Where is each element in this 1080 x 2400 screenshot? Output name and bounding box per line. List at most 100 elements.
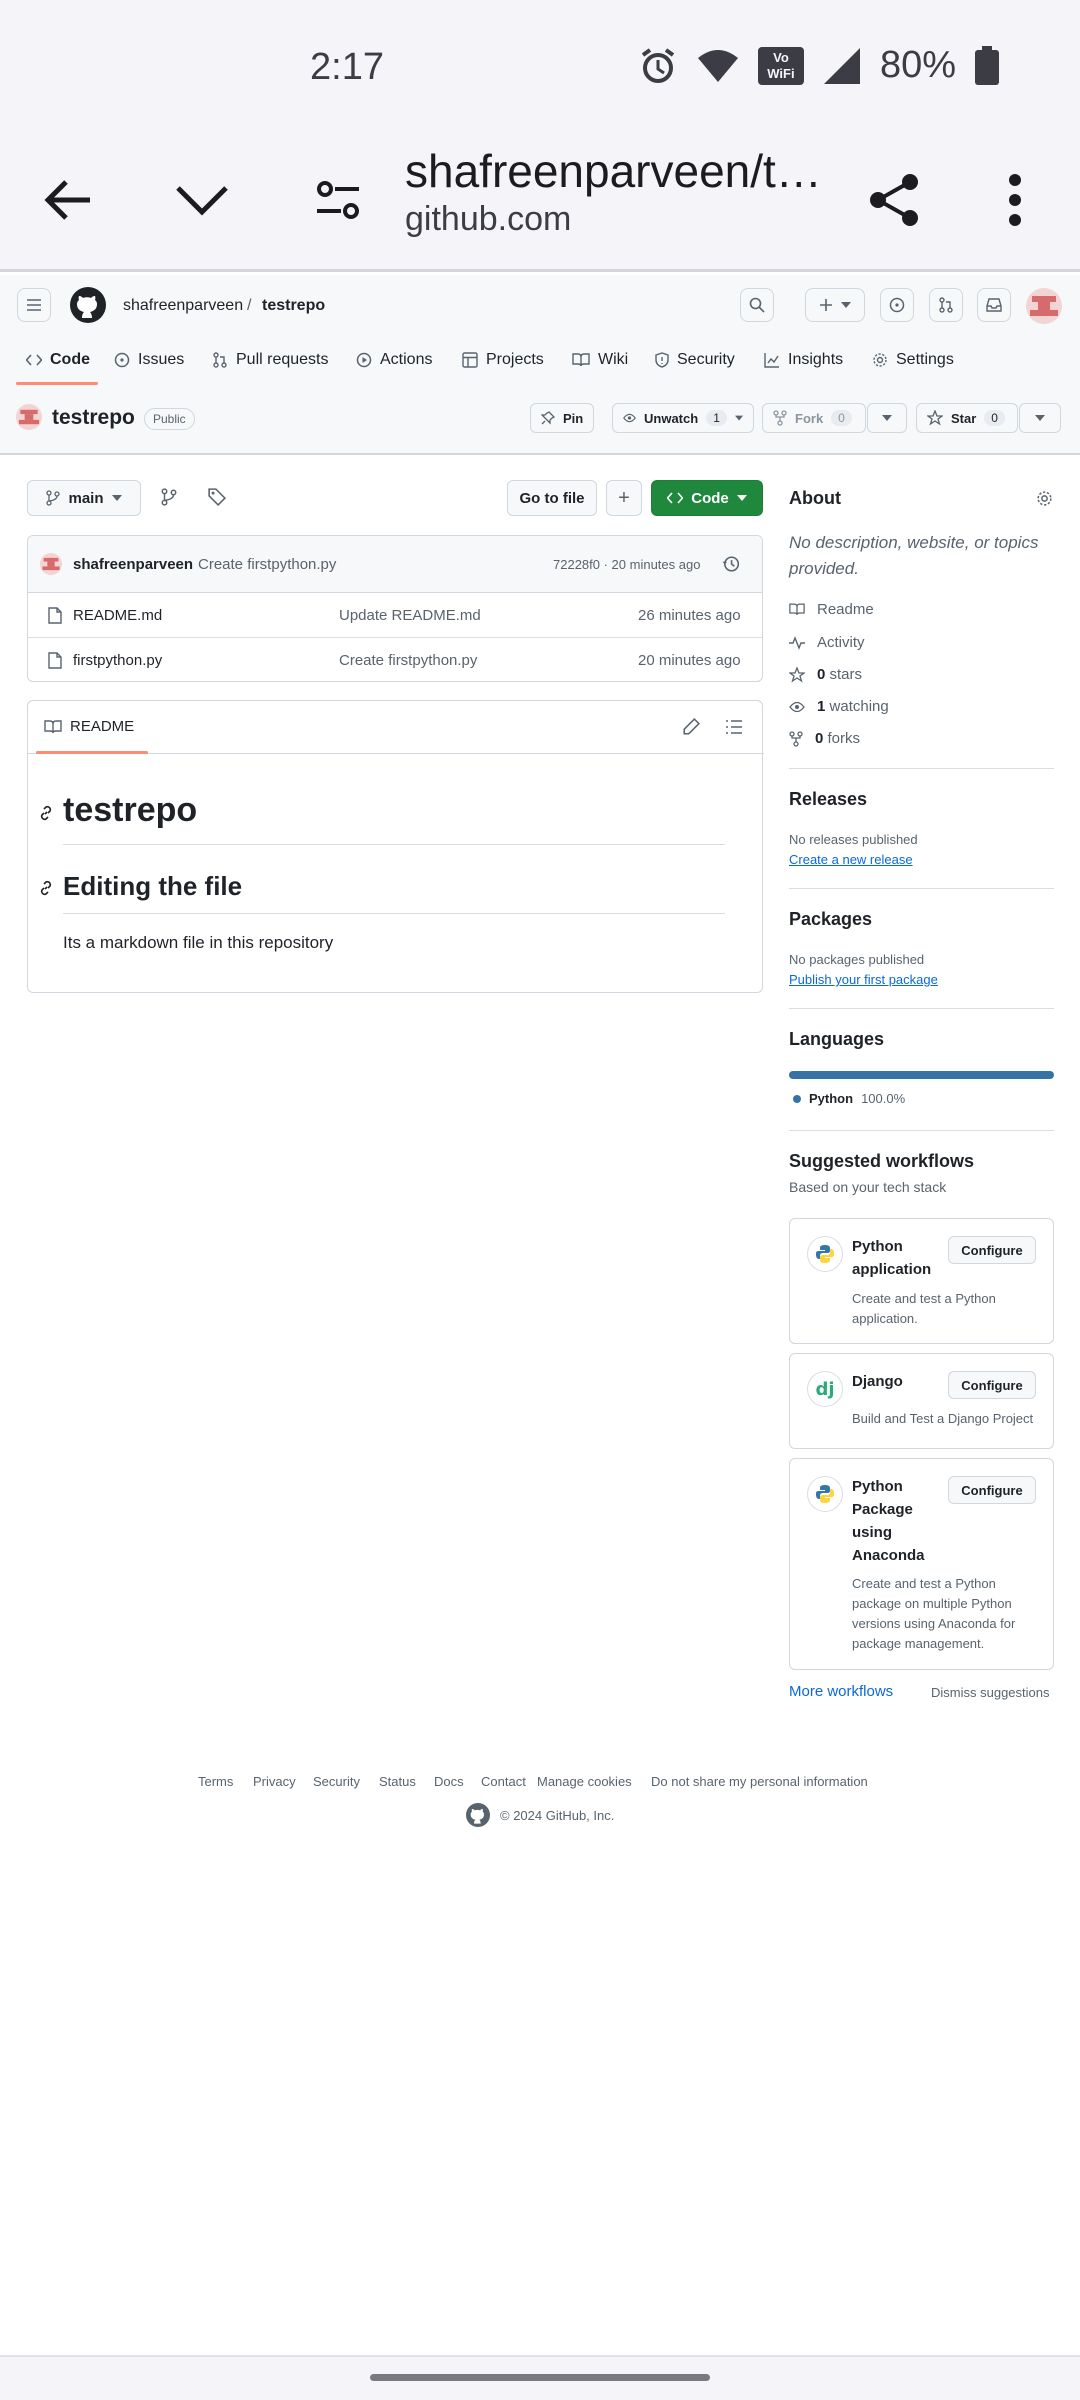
issue-icon bbox=[114, 352, 130, 368]
create-release-link[interactable]: Create a new release bbox=[789, 852, 913, 867]
gesture-handle[interactable] bbox=[370, 2374, 710, 2381]
about-activity-link[interactable]: Activity bbox=[789, 634, 865, 651]
hamburger-menu-button[interactable] bbox=[17, 288, 51, 322]
tab-issues[interactable]: Issues bbox=[114, 331, 184, 389]
outline-list-icon[interactable] bbox=[725, 719, 743, 735]
commit-meta[interactable]: 72228f0 · 20 minutes ago bbox=[553, 557, 700, 572]
publish-package-link[interactable]: Publish your first package bbox=[789, 972, 938, 987]
branch-selector[interactable]: main bbox=[27, 480, 141, 516]
about-watching-link[interactable]: 1 watching bbox=[789, 698, 889, 715]
file-name[interactable]: README.md bbox=[73, 607, 162, 624]
footer-link-security[interactable]: Security bbox=[313, 1774, 360, 1789]
about-readme-link[interactable]: Readme bbox=[789, 601, 874, 618]
pin-button[interactable]: Pin bbox=[530, 403, 595, 433]
branch-icon bbox=[46, 490, 61, 506]
sidebar-divider bbox=[789, 1008, 1054, 1009]
more-vert-icon[interactable] bbox=[975, 160, 1055, 240]
system-navigation-bar bbox=[0, 2355, 1080, 2400]
tab-pull-requests[interactable]: Pull requests bbox=[212, 331, 329, 389]
tab-actions[interactable]: Actions bbox=[356, 331, 432, 389]
status-time: 2:17 bbox=[310, 46, 384, 88]
configure-button[interactable]: Configure bbox=[948, 1236, 1036, 1264]
back-arrow-icon[interactable] bbox=[28, 160, 108, 240]
watch-counter: 1 bbox=[706, 410, 727, 426]
search-button[interactable] bbox=[740, 288, 774, 322]
file-commit-message[interactable]: Create firstpython.py bbox=[339, 652, 477, 669]
workflow-title: Python Package using Anaconda bbox=[852, 1478, 925, 1564]
configure-button[interactable]: Configure bbox=[948, 1476, 1036, 1504]
pull-request-icon bbox=[939, 297, 953, 313]
code-dropdown-button[interactable]: Code bbox=[651, 480, 763, 516]
tab-settings[interactable]: Settings bbox=[872, 331, 954, 389]
status-icons: Vo WiFi 80% bbox=[638, 44, 1000, 87]
h2-divider bbox=[63, 913, 725, 914]
star-dropdown-button[interactable] bbox=[1019, 403, 1061, 433]
caret-down-icon bbox=[111, 495, 122, 501]
about-stars-link[interactable]: 0 stars bbox=[789, 666, 862, 683]
footer-link-manage-cookies[interactable]: Manage cookies bbox=[537, 1774, 632, 1789]
packages-title[interactable]: Packages bbox=[789, 909, 872, 930]
signal-icon bbox=[823, 47, 860, 84]
file-commit-message[interactable]: Update README.md bbox=[339, 607, 481, 624]
fork-button[interactable]: Fork 0 bbox=[762, 403, 866, 433]
history-icon[interactable] bbox=[722, 555, 740, 573]
pull-requests-button[interactable] bbox=[929, 288, 963, 322]
workflow-title: Django bbox=[852, 1373, 903, 1390]
more-workflows-link[interactable]: More workflows bbox=[789, 1683, 893, 1700]
battery-percent: 80% bbox=[879, 44, 956, 86]
file-name[interactable]: firstpython.py bbox=[73, 652, 162, 669]
github-logo-icon[interactable] bbox=[466, 1803, 490, 1827]
unwatch-button[interactable]: Unwatch 1 bbox=[612, 403, 754, 433]
inbox-button[interactable] bbox=[977, 288, 1011, 322]
commit-message[interactable]: Create firstpython.py bbox=[198, 556, 336, 573]
table-row[interactable]: README.md Update README.md 26 minutes ag… bbox=[28, 593, 762, 638]
footer-link-status[interactable]: Status bbox=[379, 1774, 416, 1789]
about-forks-link[interactable]: 0 forks bbox=[789, 730, 860, 747]
configure-button[interactable]: Configure bbox=[948, 1371, 1036, 1399]
tags-icon[interactable] bbox=[208, 488, 226, 511]
repo-name[interactable]: testrepo bbox=[52, 406, 135, 430]
tab-projects[interactable]: Projects bbox=[462, 331, 544, 389]
search-icon bbox=[749, 297, 765, 313]
star-button[interactable]: Star 0 bbox=[916, 403, 1018, 433]
fork-counter: 0 bbox=[831, 410, 852, 426]
share-icon[interactable] bbox=[854, 160, 934, 240]
caret-down-icon bbox=[882, 415, 892, 421]
anchor-link-icon[interactable] bbox=[38, 880, 54, 896]
workflow-card: Python Package using Anaconda Create and te… bbox=[789, 1458, 1054, 1670]
create-new-button[interactable] bbox=[805, 288, 865, 322]
tab-wiki[interactable]: Wiki bbox=[572, 331, 628, 389]
anchor-link-icon[interactable] bbox=[38, 805, 54, 821]
minimize-chevron-icon[interactable] bbox=[162, 160, 242, 240]
file-icon bbox=[48, 607, 62, 624]
gear-icon[interactable] bbox=[1036, 490, 1053, 507]
footer-link-contact[interactable]: Contact bbox=[481, 1774, 526, 1789]
shield-icon bbox=[655, 352, 669, 368]
github-logo-icon[interactable] bbox=[70, 287, 106, 328]
pencil-icon[interactable] bbox=[682, 718, 700, 736]
branches-icon[interactable] bbox=[160, 488, 178, 511]
add-file-button[interactable]: + bbox=[606, 480, 642, 516]
breadcrumb-repo[interactable]: testrepo bbox=[262, 297, 325, 315]
issues-button[interactable] bbox=[880, 288, 914, 322]
readme-tab[interactable]: README bbox=[44, 718, 134, 735]
tab-insights[interactable]: Insights bbox=[764, 331, 843, 389]
fork-dropdown-button[interactable] bbox=[867, 403, 907, 433]
footer-link-do-not-share[interactable]: Do not share my personal information bbox=[651, 1774, 868, 1789]
go-to-file-button[interactable]: Go to file bbox=[507, 480, 597, 516]
breadcrumb-owner[interactable]: shafreenparveen bbox=[123, 297, 243, 315]
avatar[interactable] bbox=[1026, 288, 1062, 324]
workflows-subtitle: Based on your tech stack bbox=[789, 1179, 947, 1195]
language-item-python[interactable]: Python 100.0% bbox=[793, 1091, 905, 1106]
tab-code[interactable]: Code bbox=[26, 331, 90, 389]
site-settings-icon[interactable] bbox=[298, 160, 378, 240]
table-row[interactable]: firstpython.py Create firstpython.py 20 … bbox=[28, 638, 762, 681]
commit-author[interactable]: shafreenparveen bbox=[73, 556, 193, 573]
tab-security[interactable]: Security bbox=[655, 331, 735, 389]
footer-link-terms[interactable]: Terms bbox=[198, 1774, 233, 1789]
footer-link-privacy[interactable]: Privacy bbox=[253, 1774, 296, 1789]
footer-link-docs[interactable]: Docs bbox=[434, 1774, 464, 1789]
releases-title[interactable]: Releases bbox=[789, 789, 867, 810]
graph-icon bbox=[764, 353, 779, 368]
dismiss-suggestions-button[interactable]: Dismiss suggestions bbox=[931, 1685, 1050, 1700]
